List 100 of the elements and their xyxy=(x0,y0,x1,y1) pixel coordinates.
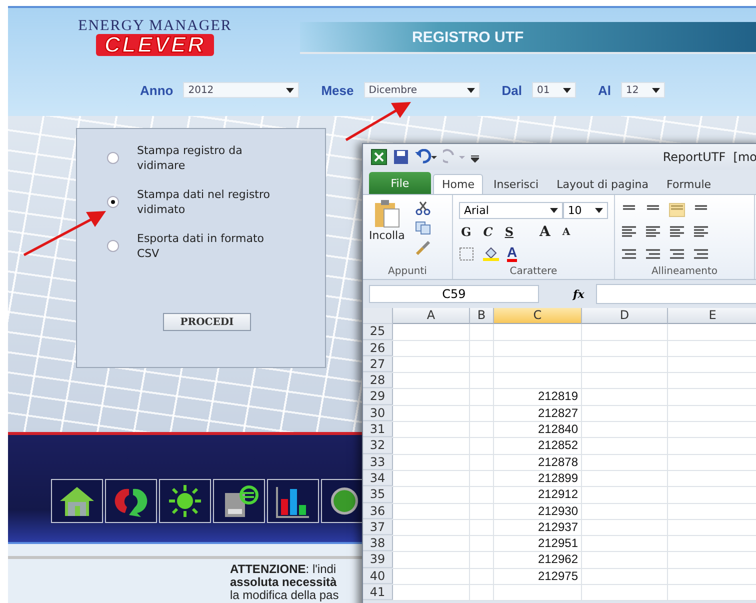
table-cell-text: 212899 xyxy=(536,470,579,486)
row-header[interactable]: 36 xyxy=(363,504,393,519)
row-header[interactable]: 30 xyxy=(363,406,393,422)
ribbon-tab[interactable]: Inserisci xyxy=(485,175,547,194)
row-header[interactable]: 38 xyxy=(363,536,393,552)
caret-icon xyxy=(466,88,475,92)
group-label: Allineamento xyxy=(650,266,719,279)
proceed-button[interactable]: PROCEDI xyxy=(163,313,251,331)
filter-label: Al xyxy=(598,82,611,98)
nav-button[interactable] xyxy=(321,479,362,523)
title-banner: REGISTRO UTF xyxy=(300,22,756,54)
filter-label: Dal xyxy=(502,82,522,98)
row-header[interactable]: 35 xyxy=(363,487,393,503)
spreadsheet-app-icon xyxy=(371,149,387,165)
copy-icon[interactable] xyxy=(414,221,431,235)
table-cell-text: 212937 xyxy=(536,520,579,536)
row-header[interactable]: 32 xyxy=(363,438,393,454)
formula-field[interactable] xyxy=(596,284,756,304)
row-header[interactable]: 25 xyxy=(363,324,393,340)
radio-button[interactable] xyxy=(107,152,119,164)
dropdown[interactable]: 2012 xyxy=(183,82,300,98)
table-cell-text: 212912 xyxy=(536,487,579,503)
row-header[interactable]: 29 xyxy=(363,389,393,405)
nav-button[interactable] xyxy=(51,479,103,523)
column-header[interactable]: B xyxy=(470,308,494,324)
dropdown[interactable]: 01 xyxy=(532,82,576,98)
column-header[interactable]: C xyxy=(494,308,582,324)
column-header[interactable]: A xyxy=(393,308,470,324)
font-size-field[interactable]: 10 xyxy=(562,202,608,218)
caret-icon xyxy=(286,88,294,92)
fill-bucket-icon[interactable] xyxy=(483,247,499,261)
alignment-icon[interactable] xyxy=(621,247,637,261)
font-color-button[interactable]: A xyxy=(507,246,518,262)
row-header[interactable]: 31 xyxy=(363,422,393,438)
undo-icon[interactable] xyxy=(415,149,437,165)
caret-icon xyxy=(652,88,660,92)
ribbon-tab[interactable]: Home xyxy=(433,174,484,194)
underline-button[interactable]: S xyxy=(502,225,516,239)
caret-icon xyxy=(550,208,558,212)
ribbon-tab[interactable]: Formule xyxy=(658,175,720,194)
row-header[interactable]: 40 xyxy=(363,568,393,584)
column-header[interactable]: D xyxy=(582,308,668,324)
row-header[interactable]: 39 xyxy=(363,552,393,568)
alignment-icon[interactable] xyxy=(645,225,661,239)
caret-icon xyxy=(595,208,603,212)
nav-button[interactable] xyxy=(159,479,211,523)
row-header[interactable]: 37 xyxy=(363,520,393,536)
filter-label: Mese xyxy=(321,82,354,98)
borders-icon[interactable] xyxy=(459,247,475,261)
row-header[interactable]: 26 xyxy=(363,340,393,356)
dropdown[interactable]: 12 xyxy=(620,82,665,98)
notice-text: ATTENZIONE: l'indi assoluta necessità la modifica della pas xyxy=(230,563,339,602)
ribbon-tab[interactable]: File xyxy=(369,172,431,194)
table-cell-text: 212962 xyxy=(536,552,579,568)
bold-button[interactable]: G xyxy=(459,225,474,239)
name-box[interactable]: C59 xyxy=(369,285,539,303)
radio-button[interactable] xyxy=(107,196,119,208)
italic-button[interactable]: C xyxy=(481,225,495,239)
table-cell-text: 212951 xyxy=(536,536,579,552)
dropdown[interactable]: Dicembre xyxy=(364,82,480,98)
scissors-icon[interactable] xyxy=(414,201,431,215)
nav-button[interactable] xyxy=(213,479,265,523)
ribbon-tab[interactable]: Layout di pagina xyxy=(548,175,657,194)
group-label: Carattere xyxy=(508,266,558,279)
alignment-icon[interactable] xyxy=(621,225,637,239)
alignment-icon[interactable] xyxy=(693,225,709,239)
option-label: Esporta dati in formato CSV xyxy=(137,231,266,261)
table-cell-text: 212930 xyxy=(536,504,579,519)
alignment-icon[interactable] xyxy=(669,225,685,239)
table-cell-text: 212878 xyxy=(536,454,579,470)
logo-subtitle: ENERGY MANAGER xyxy=(78,18,232,34)
row-header[interactable]: 27 xyxy=(363,356,393,372)
caret-icon xyxy=(562,88,571,92)
save-icon[interactable] xyxy=(393,149,409,165)
logo-wordmark: CLEVER xyxy=(96,34,214,56)
radio-button[interactable] xyxy=(107,240,119,252)
group-label: Appunti xyxy=(387,266,428,279)
row-header[interactable]: 28 xyxy=(363,373,393,388)
row-header[interactable]: 41 xyxy=(363,585,393,600)
alignment-icon[interactable] xyxy=(669,247,685,261)
alignment-icon[interactable] xyxy=(693,247,709,261)
grow-font-button[interactable]: A xyxy=(537,224,552,240)
row-header[interactable]: 34 xyxy=(363,470,393,486)
insert-function-button[interactable]: fx xyxy=(573,288,584,300)
table-cell-text: 212827 xyxy=(536,406,579,422)
nav-button[interactable] xyxy=(105,479,157,523)
brush-icon[interactable] xyxy=(414,241,431,255)
table-cell-text: 212819 xyxy=(536,389,579,405)
row-header[interactable]: 33 xyxy=(363,454,393,470)
paste-button[interactable]: Incolla xyxy=(369,229,405,242)
option-label: Stampa registro da vidimare xyxy=(137,143,244,173)
filter-label: Anno xyxy=(140,82,174,98)
table-cell-text: 212840 xyxy=(536,422,579,438)
window-title: ReportUTF [mo xyxy=(662,150,756,164)
nav-button[interactable] xyxy=(267,479,319,523)
column-header[interactable]: E xyxy=(668,308,756,324)
shrink-font-button[interactable]: A xyxy=(560,226,572,238)
table-cell-text: 212852 xyxy=(536,438,579,454)
alignment-icon[interactable] xyxy=(645,247,661,261)
font-name-field[interactable]: Arial xyxy=(459,202,563,218)
